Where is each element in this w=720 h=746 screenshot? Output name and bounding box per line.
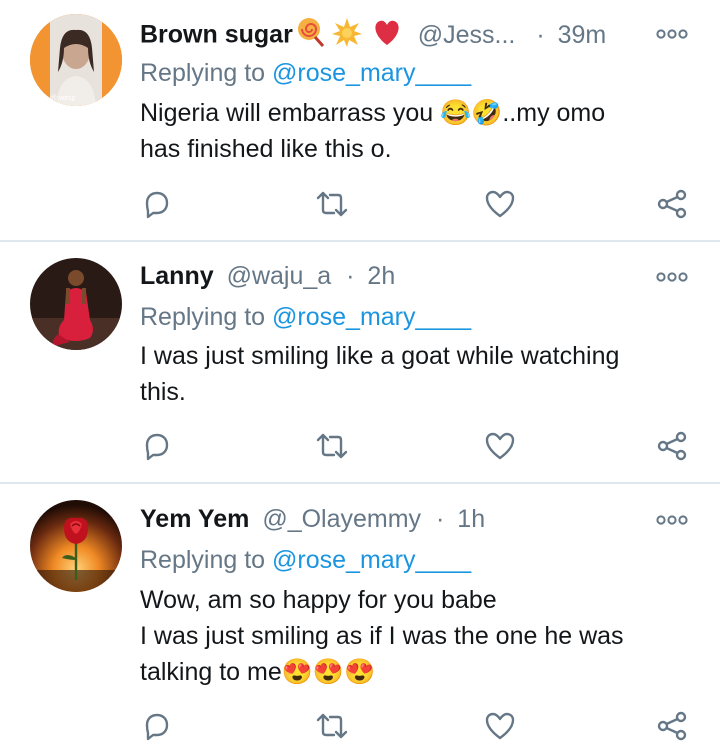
tweet-header: Brown sugar @Jess... · 39m [140, 17, 606, 49]
retweet-icon [316, 713, 348, 739]
separator-dot: · [436, 505, 445, 533]
more-icon[interactable] [656, 270, 688, 282]
tweet-text-line: talking to me😍😍😍 [140, 658, 376, 686]
replying-handle-link[interactable]: @rose_mary____ [272, 303, 471, 331]
tweet-1[interactable]: @ wesp Brown sugar @Jess... · 39m Replyi… [0, 0, 720, 240]
avatar-image [30, 500, 122, 592]
avatar-image [30, 258, 122, 350]
reply-button[interactable] [137, 706, 177, 746]
tweet-text-line: I was just smiling like a goat while wat… [140, 342, 620, 370]
avatar[interactable] [30, 500, 122, 592]
like-button[interactable] [480, 184, 520, 224]
tweet-actions [0, 184, 720, 224]
replying-label: Replying to [140, 59, 266, 87]
lollipop-icon [293, 17, 325, 55]
replying-to: Replying to @rose_mary____ [140, 301, 471, 333]
timestamp[interactable]: 39m [558, 21, 607, 49]
share-button[interactable] [652, 426, 692, 466]
tweet-3[interactable]: Yem Yem @_Olayemmy · 1h Replying to @ros… [0, 484, 720, 746]
tweet-text-line: Wow, am so happy for you babe [140, 586, 497, 614]
avatar[interactable] [30, 258, 122, 350]
tweet-text-line: has finished like this o. [140, 135, 392, 163]
retweet-button[interactable] [312, 706, 352, 746]
reply-icon [145, 191, 169, 219]
avatar[interactable]: @ wesp [30, 14, 122, 106]
reply-icon [145, 713, 169, 741]
replying-to: Replying to @rose_mary____ [140, 57, 471, 89]
tweet-text-line: I was just smiling as if I was the one h… [140, 622, 624, 650]
retweet-icon [316, 433, 348, 459]
separator-dot: · [346, 262, 355, 290]
like-button[interactable] [480, 426, 520, 466]
svg-text:@ wesp: @ wesp [50, 95, 75, 102]
timestamp[interactable]: 2h [367, 262, 395, 290]
like-icon [485, 432, 515, 460]
like-icon [485, 190, 515, 218]
user-handle[interactable]: @Jess... [418, 21, 516, 49]
avatar-image: @ wesp [30, 14, 122, 106]
separator-dot: · [536, 20, 545, 49]
share-icon [657, 431, 687, 461]
tweet-actions [0, 426, 720, 466]
replying-handle-link[interactable]: @rose_mary____ [272, 59, 471, 87]
more-icon[interactable] [656, 27, 688, 39]
retweet-button[interactable] [312, 184, 352, 224]
tweet-text: Nigeria will embarrass you 😂🤣..my omo ha… [140, 95, 690, 167]
display-name[interactable]: Yem Yem [140, 505, 249, 533]
replying-handle-link[interactable]: @rose_mary____ [272, 546, 471, 574]
timestamp[interactable]: 1h [457, 505, 485, 533]
more-icon[interactable] [656, 513, 688, 525]
replying-to: Replying to @rose_mary____ [140, 544, 471, 576]
reply-button[interactable] [137, 426, 177, 466]
share-icon [657, 711, 687, 741]
tweet-header: Lanny @waju_a · 2h [140, 260, 395, 292]
share-button[interactable] [652, 184, 692, 224]
replying-label: Replying to [140, 303, 266, 331]
display-name[interactable]: Brown sugar [140, 21, 293, 49]
tweet-text: I was just smiling like a goat while wat… [140, 338, 690, 410]
reply-button[interactable] [137, 184, 177, 224]
tweet-2[interactable]: Lanny @waju_a · 2h Replying to @rose_mar… [0, 242, 720, 482]
star-icon [331, 17, 363, 55]
tweet-text: Wow, am so happy for you babe I was just… [140, 582, 690, 690]
share-icon [657, 189, 687, 219]
share-button[interactable] [652, 706, 692, 746]
replying-label: Replying to [140, 546, 266, 574]
heart-icon [371, 17, 403, 55]
user-handle[interactable]: @_Olayemmy [262, 505, 421, 533]
tweet-header: Yem Yem @_Olayemmy · 1h [140, 503, 485, 535]
reply-icon [145, 433, 169, 461]
like-icon [485, 712, 515, 740]
retweet-icon [316, 191, 348, 217]
user-handle[interactable]: @waju_a [227, 262, 332, 290]
tweet-actions [0, 706, 720, 746]
tweet-text-line: this. [140, 378, 186, 406]
like-button[interactable] [480, 706, 520, 746]
retweet-button[interactable] [312, 426, 352, 466]
tweet-text-line: Nigeria will embarrass you 😂🤣..my omo [140, 99, 606, 127]
display-name[interactable]: Lanny [140, 262, 214, 290]
